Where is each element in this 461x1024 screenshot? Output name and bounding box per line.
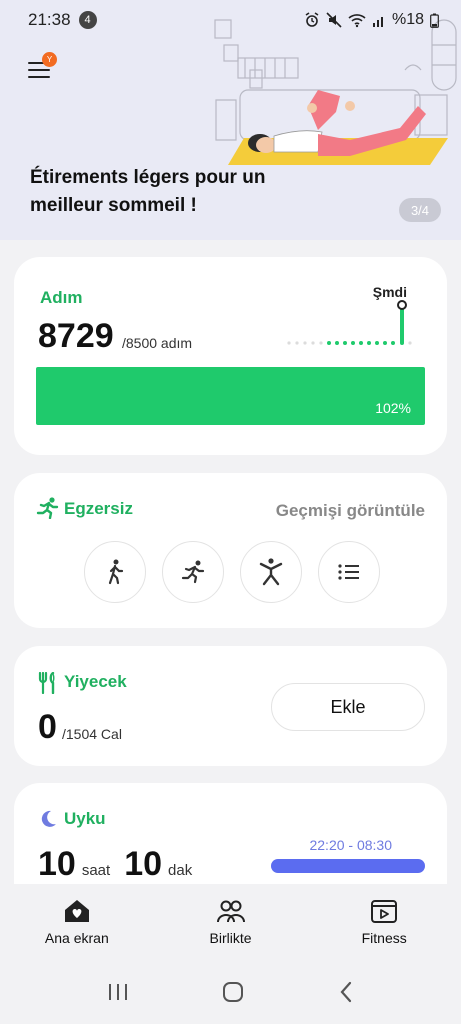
battery-text: %18: [391, 11, 424, 28]
signal-icon: [372, 17, 383, 27]
calorie-value: 0: [38, 708, 57, 746]
home-button-icon[interactable]: [222, 981, 244, 1003]
menu-badge: Y: [42, 52, 57, 67]
nav-together[interactable]: Birlikte: [154, 884, 308, 960]
steps-value: 8729: [38, 317, 114, 355]
sleep-hours: 10: [38, 845, 76, 883]
status-icons: %18: [304, 11, 439, 29]
steps-title: Adım: [40, 288, 83, 307]
sleep-minutes: 10: [124, 845, 163, 883]
nav-home[interactable]: Ana ekran: [0, 884, 154, 960]
sleep-minutes-unit: dak: [168, 862, 193, 879]
workout-icon: [259, 558, 283, 586]
wifi-icon: [348, 14, 366, 28]
moon-icon: [41, 810, 56, 827]
alarm-icon: [305, 12, 319, 27]
walk-button[interactable]: [84, 541, 146, 603]
sleep-duration: 10 saat 10 dak: [38, 845, 200, 884]
running-icon: [36, 497, 59, 519]
exercise-card[interactable]: Egzersiz Geçmişi görüntüle: [14, 473, 447, 628]
menu-icon-bar: [28, 76, 50, 78]
status-time: 21:38: [28, 10, 71, 29]
steps-progress-label: 102%: [375, 400, 411, 416]
steps-hourly-graph: [287, 300, 412, 345]
home-heart-icon: [64, 900, 89, 922]
workout-button[interactable]: [240, 541, 302, 603]
exercise-title: Egzersiz: [64, 499, 133, 518]
banner-title: Étirements légers pour un meilleur somme…: [30, 167, 266, 216]
exercise-buttons: [84, 541, 384, 603]
steps-card[interactable]: Adım 8729 /8500 adım Şmdi 102%: [14, 257, 447, 455]
nav-home-label: Ana ekran: [44, 930, 109, 946]
run-icon: [181, 560, 205, 584]
sleep-timeline-bar: [271, 859, 425, 873]
video-play-icon: [371, 900, 398, 923]
exercise-list-button[interactable]: [318, 541, 380, 603]
sleep-time-range: 22:20 - 08:30: [309, 837, 392, 853]
sleep-title: Uyku: [64, 809, 106, 828]
food-card[interactable]: Yiyecek 0 /1504 Cal Ekle: [14, 646, 447, 766]
people-icon: [216, 900, 245, 923]
steps-progress-fill: [36, 367, 425, 425]
status-bar: 21:38 4 %18: [0, 0, 461, 40]
recent-apps-icon[interactable]: [107, 982, 129, 1002]
view-history-link[interactable]: Geçmişi görüntüle: [276, 501, 425, 521]
add-food-button[interactable]: Ekle: [271, 683, 425, 731]
list-icon: [338, 564, 359, 580]
mute-icon: [326, 12, 342, 28]
nav-fitness[interactable]: Fitness: [307, 884, 461, 960]
battery-icon: [430, 13, 439, 28]
nav-together-label: Birlikte: [209, 930, 252, 946]
notification-count-badge: 4: [78, 11, 97, 29]
bottom-navigation: Ana ekran Birlikte Fitness: [0, 884, 461, 960]
back-icon[interactable]: [338, 981, 354, 1003]
menu-icon-bar: [28, 69, 50, 71]
nav-fitness-label: Fitness: [361, 930, 407, 946]
menu-button[interactable]: Y: [28, 52, 57, 82]
walk-icon: [108, 559, 124, 585]
steps-goal: /8500 adım: [122, 335, 193, 351]
calorie-goal: /1504 Cal: [62, 726, 122, 742]
sleep-hours-unit: saat: [81, 862, 111, 879]
food-title: Yiyecek: [64, 672, 127, 691]
system-navigation: [0, 960, 461, 1024]
steps-progress-bar: 102%: [36, 367, 425, 425]
banner-page-indicator: 3/4: [399, 198, 441, 222]
run-button[interactable]: [162, 541, 224, 603]
fork-knife-icon: [38, 672, 55, 694]
